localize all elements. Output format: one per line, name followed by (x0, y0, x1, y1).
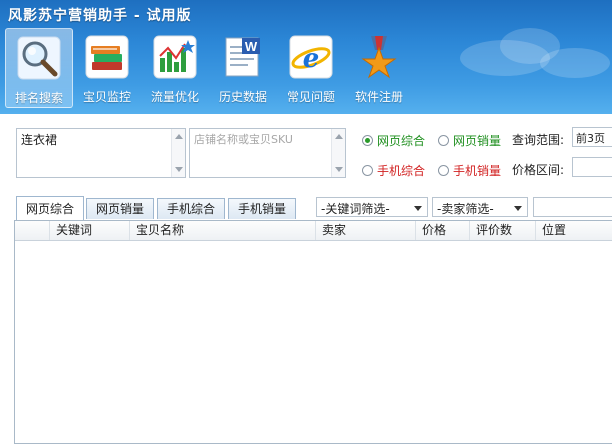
radio-web-comprehensive[interactable]: 网页综合 (362, 132, 425, 149)
toolbar-register[interactable]: 软件注册 (345, 28, 413, 108)
toolbar-rank-search[interactable]: 排名搜索 (5, 28, 73, 108)
magnifier-icon (16, 35, 62, 81)
scroll-down-icon[interactable] (335, 167, 343, 172)
toolbar-label: 常见问题 (286, 90, 335, 104)
table-header: 关键词 宝贝名称 卖家 价格 评价数 位置 (15, 221, 612, 241)
toolbar-traffic-optimize[interactable]: 流量优化 (141, 28, 209, 108)
toolbar-label: 排名搜索 (14, 91, 63, 105)
radio-unchecked-icon (362, 165, 373, 176)
price-label: 价格区间: (512, 163, 565, 177)
column-header-seller[interactable]: 卖家 (315, 221, 415, 240)
toolbar-label: 流量优化 (150, 90, 199, 104)
keyword-scrollbar[interactable] (171, 129, 185, 177)
toolbar-label: 历史数据 (218, 90, 267, 104)
column-header-product-name[interactable]: 宝贝名称 (129, 221, 315, 240)
seller-filter-select[interactable]: -卖家筛选- (432, 197, 528, 217)
tab-web-sales[interactable]: 网页销量 (86, 198, 154, 219)
keyword-filter-select[interactable]: -关键词筛选- (316, 197, 428, 217)
radio-unchecked-icon (438, 165, 449, 176)
tab-mobile-sales[interactable]: 手机销量 (228, 198, 296, 219)
toolbar-faq[interactable]: e 常见问题 (277, 28, 345, 108)
radio-web-sales[interactable]: 网页销量 (438, 132, 501, 149)
scroll-up-icon[interactable] (335, 134, 343, 139)
range-select[interactable]: 前3页 (572, 127, 612, 147)
chevron-down-icon (514, 206, 522, 211)
radio-checked-icon (362, 135, 373, 146)
column-header-index (15, 221, 49, 240)
star-medal-icon (356, 34, 402, 80)
keyword-input[interactable]: 连衣裙 (16, 128, 186, 178)
column-header-price[interactable]: 价格 (415, 221, 469, 240)
column-header-position[interactable]: 位置 (535, 221, 612, 240)
sku-input[interactable]: 店铺名称或宝贝SKU (189, 128, 346, 178)
books-icon (84, 34, 130, 80)
scroll-up-icon[interactable] (175, 134, 183, 139)
filter-text-input[interactable] (533, 197, 612, 217)
main-toolbar: 排名搜索 宝贝监控 流量优化 W 历史数据 e 常见问题 软件注册 (5, 28, 413, 110)
svg-text:e: e (303, 44, 320, 74)
results-table: 关键词 宝贝名称 卖家 价格 评价数 位置 (14, 220, 612, 444)
cloud-decoration (540, 48, 610, 78)
bar-chart-icon (152, 34, 198, 80)
tab-web-comprehensive[interactable]: 网页综合 (16, 196, 84, 220)
search-panel: 连衣裙 店铺名称或宝贝SKU 网页综合 网页销量 手机综合 手机销量 查询范围:… (0, 114, 612, 188)
word-document-icon: W (220, 34, 266, 80)
table-body (15, 241, 612, 444)
range-label: 查询范围: (512, 133, 565, 147)
chevron-down-icon (414, 206, 422, 211)
window-title: 风影苏宁营销助手 - 试用版 (8, 8, 192, 24)
column-header-keyword[interactable]: 关键词 (49, 221, 129, 240)
toolbar-label: 宝贝监控 (82, 90, 131, 104)
sku-scrollbar[interactable] (331, 129, 345, 177)
radio-unchecked-icon (438, 135, 449, 146)
radio-mobile-sales[interactable]: 手机销量 (438, 162, 501, 179)
price-min-input[interactable] (572, 157, 612, 177)
toolbar-history-data[interactable]: W 历史数据 (209, 28, 277, 108)
scroll-down-icon[interactable] (175, 167, 183, 172)
app-header: 风影苏宁营销助手 - 试用版 排名搜索 宝贝监控 流量优化 W 历史数据 e 常… (0, 0, 612, 114)
sku-placeholder: 店铺名称或宝贝SKU (194, 133, 293, 146)
keyword-value: 连衣裙 (21, 133, 58, 147)
tab-mobile-comprehensive[interactable]: 手机综合 (157, 198, 225, 219)
toolbar-product-monitor[interactable]: 宝贝监控 (73, 28, 141, 108)
svg-text:W: W (245, 39, 258, 54)
toolbar-label: 软件注册 (354, 90, 403, 104)
result-tabbar: 网页综合 网页销量 手机综合 手机销量 -关键词筛选- -卖家筛选- (0, 196, 612, 220)
ie-browser-icon: e (288, 34, 334, 80)
column-header-reviews[interactable]: 评价数 (469, 221, 535, 240)
radio-mobile-comprehensive[interactable]: 手机综合 (362, 162, 425, 179)
